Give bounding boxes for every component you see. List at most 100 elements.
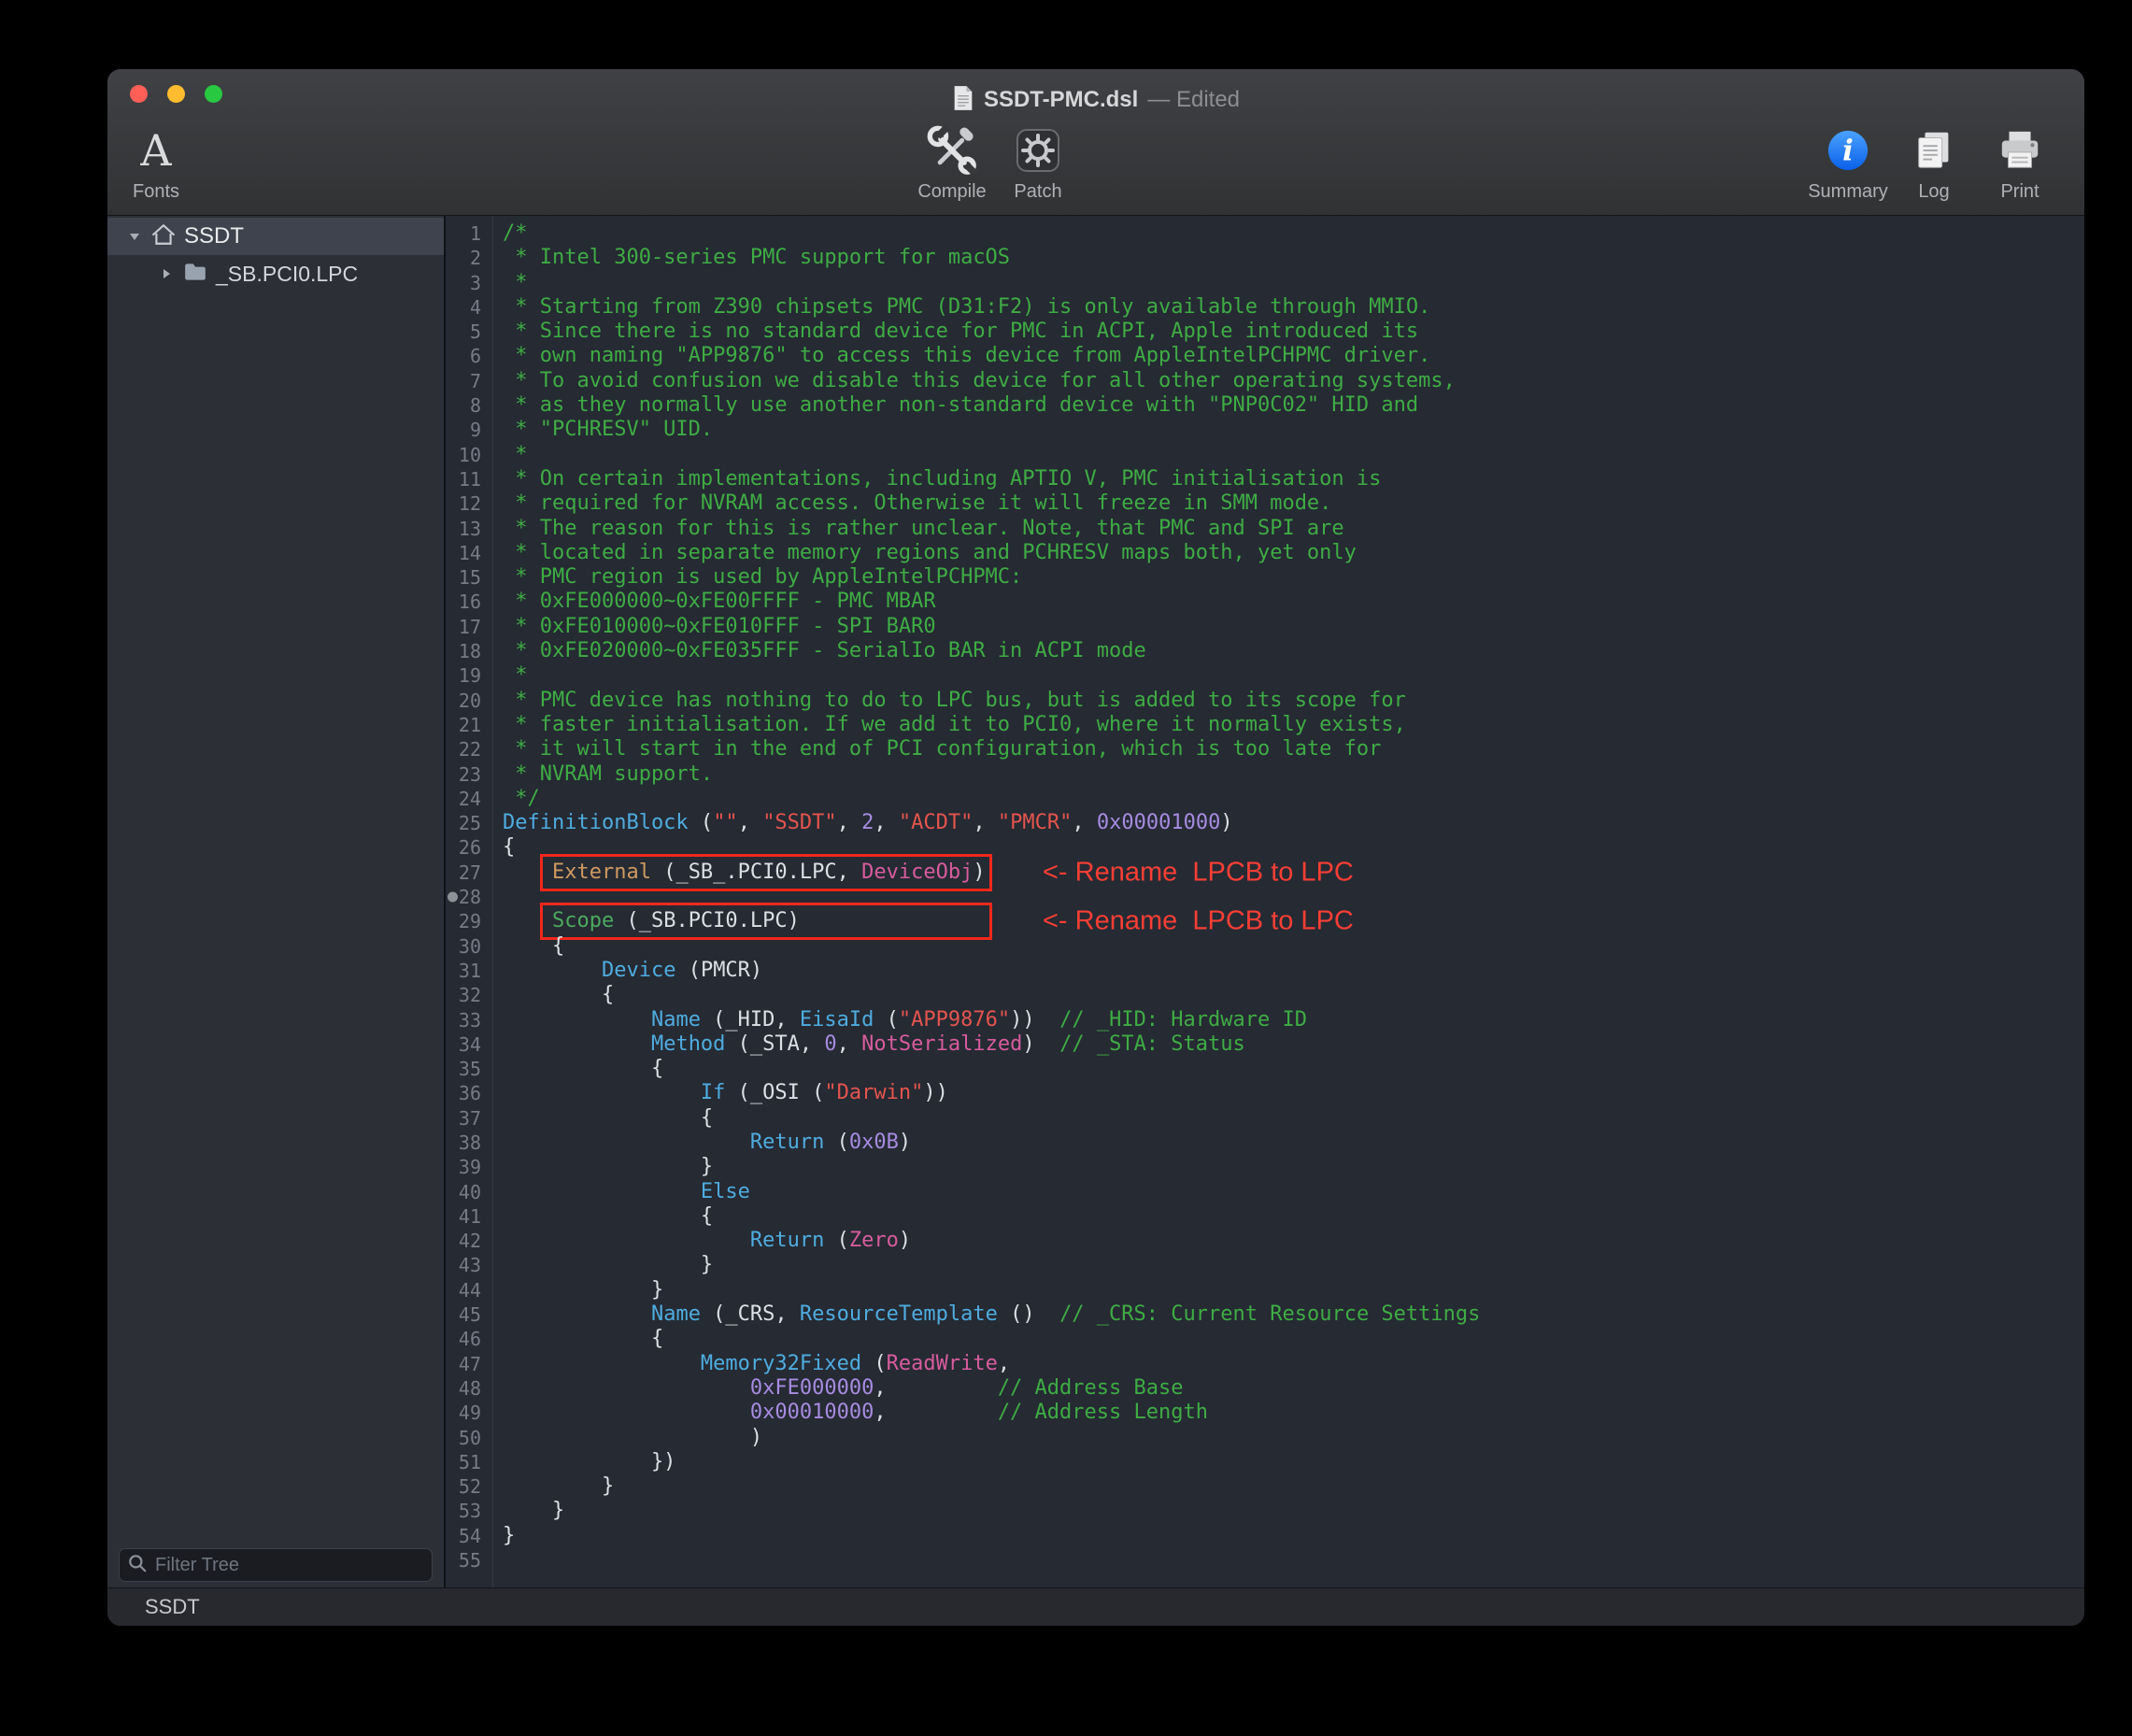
code-token: ,: [738, 811, 763, 834]
line-number: 32: [446, 983, 481, 1007]
fonts-button[interactable]: A Fonts: [117, 118, 195, 203]
code-line[interactable]: 1/*: [446, 221, 2084, 246]
code-text: * as they normally use another non-stand…: [481, 393, 1418, 418]
filter-tree-input[interactable]: [153, 1554, 424, 1577]
code-line[interactable]: 41 {: [446, 1204, 2084, 1229]
code-line[interactable]: 2 * Intel 300-series PMC support for mac…: [446, 246, 2084, 270]
code-line[interactable]: 18 * 0xFE020000~0xFE035FFF - SerialIo BA…: [446, 639, 2084, 663]
code-line[interactable]: 21 * faster initialisation. If we add it…: [446, 713, 2084, 737]
log-button[interactable]: Log: [1894, 118, 1974, 203]
code-token: 0x00010000: [750, 1401, 874, 1424]
code-line[interactable]: 13 * The reason for this is rather uncle…: [446, 517, 2084, 541]
code-line[interactable]: 33 Name (_HID, EisaId ("APP9876")) // _H…: [446, 1008, 2084, 1032]
print-button[interactable]: Print: [1980, 118, 2060, 203]
close-button[interactable]: [130, 85, 148, 103]
code-text: * 0xFE010000~0xFE010FFF - SPI BAR0: [481, 615, 936, 639]
code-token: * 0xFE000000~0xFE00FFFF - PMC MBAR: [503, 590, 936, 613]
summary-button[interactable]: i Summary: [1808, 118, 1888, 203]
code-line[interactable]: 53 }: [446, 1499, 2084, 1523]
code-line[interactable]: 8 * as they normally use another non-sta…: [446, 393, 2084, 418]
code-line[interactable]: 47 Memory32Fixed (ReadWrite,: [446, 1352, 2084, 1376]
toolbar: A Fonts: [107, 118, 2084, 215]
code-line[interactable]: 20 * PMC device has nothing to do to LPC…: [446, 689, 2084, 713]
code-token: // _STA: Status: [1059, 1032, 1245, 1056]
code-token: )): [923, 1081, 948, 1104]
code-token: Return: [750, 1131, 824, 1154]
code-line[interactable]: 32 {: [446, 983, 2084, 1007]
code-line[interactable]: 29 Scope (_SB.PCI0.LPC)<- Rename LPCB to…: [446, 909, 2084, 933]
code-line[interactable]: 36 If (_OSI ("Darwin")): [446, 1081, 2084, 1105]
code-line[interactable]: 11 * On certain implementations, includi…: [446, 467, 2084, 491]
code-line[interactable]: 27 External (_SB_.PCI0.LPC, DeviceObj)<-…: [446, 861, 2084, 885]
code-line[interactable]: 14 * located in separate memory regions …: [446, 541, 2084, 565]
code-text: * "PCHRESV" UID.: [481, 418, 713, 442]
code-token: // _CRS: Current Resource Settings: [1059, 1302, 1480, 1326]
fonts-label: Fonts: [133, 181, 179, 203]
code-line[interactable]: 43 }: [446, 1253, 2084, 1277]
code-line[interactable]: 23 * NVRAM support.: [446, 762, 2084, 787]
code-line[interactable]: 16 * 0xFE000000~0xFE00FFFF - PMC MBAR: [446, 590, 2084, 614]
code-token: ,: [1072, 811, 1097, 834]
patch-button[interactable]: Patch: [995, 118, 1081, 203]
code-line[interactable]: 54}: [446, 1524, 2084, 1548]
code-line[interactable]: 42 Return (Zero): [446, 1229, 2084, 1253]
line-number: 6: [446, 344, 481, 368]
compile-button[interactable]: Compile: [909, 118, 995, 203]
code-editor[interactable]: 1/*2 * Intel 300-series PMC support for …: [446, 216, 2084, 1587]
code-token: EisaId: [800, 1008, 874, 1032]
code-line[interactable]: 24 */: [446, 787, 2084, 811]
line-number: 19: [446, 663, 481, 688]
disclosure-triangle-collapsed-icon[interactable]: [158, 266, 175, 281]
line-number: 21: [446, 713, 481, 737]
code-line[interactable]: 37 {: [446, 1106, 2084, 1131]
code-line[interactable]: 6 * own naming "APP9876" to access this …: [446, 344, 2084, 368]
code-line[interactable]: 15 * PMC region is used by AppleIntelPCH…: [446, 565, 2084, 590]
code-line[interactable]: 4 * Starting from Z390 chipsets PMC (D31…: [446, 295, 2084, 320]
code-line[interactable]: 35 {: [446, 1057, 2084, 1081]
code-line[interactable]: 38 Return (0x0B): [446, 1131, 2084, 1155]
code-line[interactable]: 34 Method (_STA, 0, NotSerialized) // _S…: [446, 1032, 2084, 1057]
code-line[interactable]: 40 Else: [446, 1180, 2084, 1204]
code-line[interactable]: 46 {: [446, 1327, 2084, 1351]
zoom-button[interactable]: [205, 85, 222, 103]
tree-item-sb-pci0-lpc[interactable]: _SB.PCI0.LPC: [107, 255, 444, 292]
code-line[interactable]: 52 }: [446, 1474, 2084, 1499]
disclosure-triangle-expanded-icon[interactable]: [126, 229, 143, 244]
code-line[interactable]: 30 {: [446, 934, 2084, 959]
code-line[interactable]: 51 }): [446, 1450, 2084, 1474]
line-number: 15: [446, 565, 481, 590]
code-line[interactable]: 9 * "PCHRESV" UID.: [446, 418, 2084, 442]
document-proxy-icon[interactable]: [952, 85, 974, 116]
code-line[interactable]: 3 *: [446, 271, 2084, 295]
code-line[interactable]: 10 *: [446, 443, 2084, 467]
code-line[interactable]: 45 Name (_CRS, ResourceTemplate () // _C…: [446, 1302, 2084, 1327]
code-line[interactable]: 39 }: [446, 1155, 2084, 1179]
code-line[interactable]: 44 }: [446, 1278, 2084, 1302]
code-line[interactable]: 12 * required for NVRAM access. Otherwis…: [446, 491, 2084, 516]
tree-item-ssdt[interactable]: SSDT: [107, 218, 444, 255]
line-number: 54: [446, 1524, 481, 1548]
code-line[interactable]: 31 Device (PMCR): [446, 959, 2084, 983]
code-line[interactable]: 48 0xFE000000, // Address Base: [446, 1376, 2084, 1401]
code-line[interactable]: 7 * To avoid confusion we disable this d…: [446, 369, 2084, 393]
code-line[interactable]: 55: [446, 1548, 2084, 1572]
code-line[interactable]: 17 * 0xFE010000~0xFE010FFF - SPI BAR0: [446, 615, 2084, 639]
code-text: *: [481, 443, 528, 467]
minimize-button[interactable]: [167, 85, 185, 103]
code-line[interactable]: 19 *: [446, 663, 2084, 688]
code-token: "ACDT": [899, 811, 973, 834]
code-line[interactable]: 25DefinitionBlock ("", "SSDT", 2, "ACDT"…: [446, 811, 2084, 835]
code-line[interactable]: 49 0x00010000, // Address Length: [446, 1401, 2084, 1425]
line-number: 27: [446, 861, 481, 885]
code-line[interactable]: 50 ): [446, 1426, 2084, 1450]
line-number: 13: [446, 517, 481, 541]
code-token: */: [503, 787, 540, 810]
search-icon: [127, 1553, 148, 1578]
titlebar[interactable]: SSDT-PMC.dsl — Edited: [107, 69, 2084, 118]
line-number: 11: [446, 467, 481, 491]
code-line[interactable]: 5 * Since there is no standard device fo…: [446, 320, 2084, 344]
code-line[interactable]: 22 * it will start in the end of PCI con…: [446, 737, 2084, 761]
line-number: 52: [446, 1474, 481, 1499]
code-token: * PMC region is used by AppleIntelPCHPMC…: [503, 565, 1022, 589]
code-token: [503, 1376, 750, 1400]
